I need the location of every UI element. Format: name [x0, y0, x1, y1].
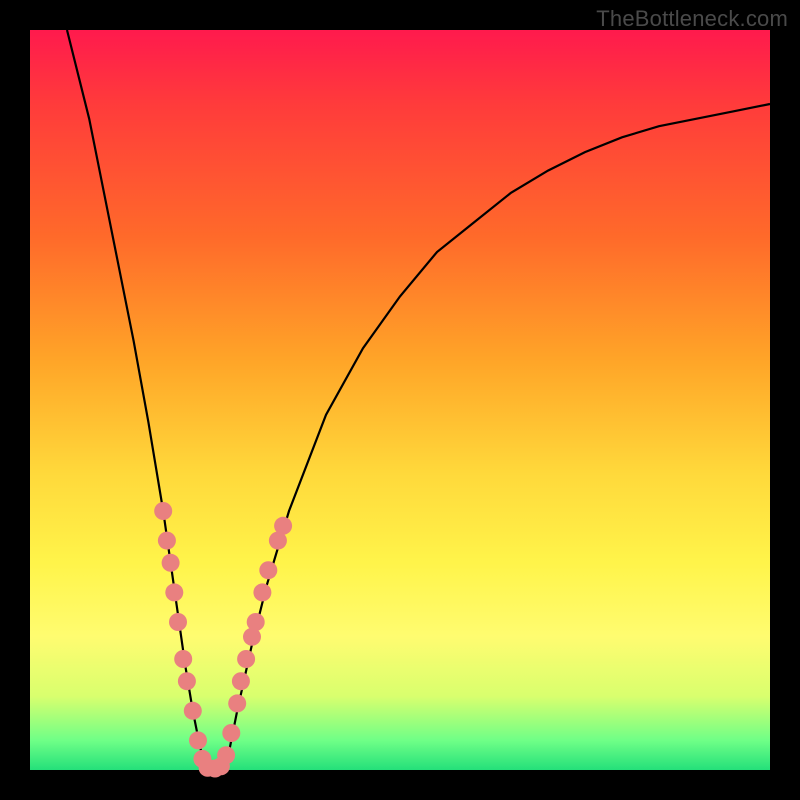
marker-dot	[253, 583, 271, 601]
marker-dot	[217, 746, 235, 764]
highlight-dots	[154, 502, 292, 778]
marker-dot	[259, 561, 277, 579]
bottleneck-curve	[67, 30, 770, 770]
marker-dot	[274, 517, 292, 535]
marker-dot	[158, 532, 176, 550]
marker-dot	[184, 702, 202, 720]
marker-dot	[174, 650, 192, 668]
watermark-text: TheBottleneck.com	[596, 6, 788, 32]
marker-dot	[247, 613, 265, 631]
marker-dot	[165, 583, 183, 601]
marker-dot	[154, 502, 172, 520]
marker-dot	[228, 694, 246, 712]
marker-dot	[237, 650, 255, 668]
marker-dot	[178, 672, 196, 690]
marker-dot	[169, 613, 187, 631]
chart-svg	[30, 30, 770, 770]
marker-dot	[232, 672, 250, 690]
marker-dot	[162, 554, 180, 572]
marker-dot	[189, 731, 207, 749]
marker-dot	[222, 724, 240, 742]
